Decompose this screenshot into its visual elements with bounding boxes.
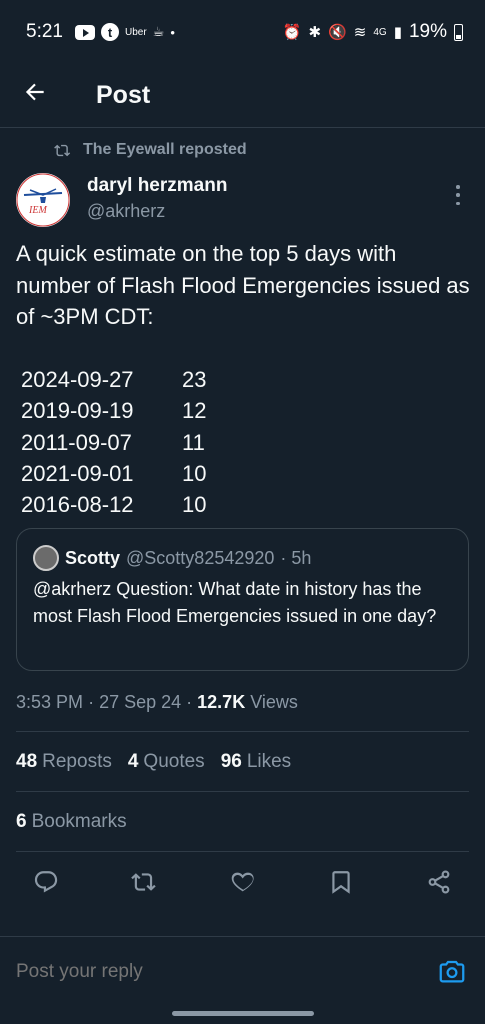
home-indicator[interactable] <box>172 1011 314 1016</box>
status-bar: 5:21 t Uber ☕ • ⏰ ✱ 🔇 ≋ 4G ▮ 19% <box>0 0 485 64</box>
flash-flood-list: 2024-09-27 23 2019-09-19 12 2011-09-07 1… <box>21 364 206 520</box>
reposts-count: 48 <box>16 751 38 772</box>
camera-button[interactable] <box>437 957 467 987</box>
views-label: Views <box>250 692 298 712</box>
alarm-icon: ⏰ <box>282 24 302 41</box>
repost-icon <box>54 144 71 156</box>
arrow-left-icon <box>25 83 44 101</box>
reply-bar <box>0 936 485 1008</box>
share-button[interactable] <box>423 866 455 898</box>
quote-time: · 5h <box>280 547 312 568</box>
quotes-count: 4 <box>127 751 139 772</box>
list-item: 2016-08-12 10 <box>21 489 206 520</box>
engagement-stats: 48 Reposts 4 Quotes 96 Likes <box>16 751 291 773</box>
repost-button[interactable] <box>128 866 160 898</box>
tumblr-icon: t <box>100 23 119 41</box>
header: Post <box>0 64 485 128</box>
quotes-stat[interactable]: 4 Quotes <box>128 751 205 773</box>
list-count: 12 <box>182 398 207 424</box>
reposts-stat[interactable]: 48 Reposts <box>16 751 112 773</box>
dot-icon <box>456 201 460 205</box>
divider <box>16 851 469 852</box>
views-count: 12.7K <box>197 692 246 712</box>
divider <box>16 731 469 732</box>
more-options-button[interactable] <box>451 185 465 205</box>
repost-indicator[interactable]: The Eyewall reposted <box>54 141 247 159</box>
bookmark-icon <box>332 871 350 894</box>
back-button[interactable] <box>0 79 60 112</box>
uber-icon: Uber <box>124 26 147 38</box>
reply-input[interactable] <box>16 961 416 983</box>
list-date: 2019-09-19 <box>21 398 134 424</box>
like-button[interactable] <box>227 866 259 898</box>
share-icon <box>428 870 450 894</box>
author-avatar[interactable]: IEM <box>16 173 70 227</box>
network-label: 4G <box>373 26 387 38</box>
post-time: 3:53 PM <box>16 692 84 712</box>
divider <box>16 791 469 792</box>
quote-text: @akrherz Question: What date in history … <box>33 579 437 626</box>
post-meta: 3:53 PM · 27 Sep 24 · 12.7K Views <box>16 692 298 712</box>
tweet-text: A quick estimate on the top 5 days with … <box>16 241 476 329</box>
bookmark-button[interactable] <box>325 866 357 898</box>
author-handle[interactable]: @akrherz <box>87 201 165 222</box>
mute-icon: 🔇 <box>328 24 347 41</box>
likes-stat[interactable]: 96 Likes <box>221 751 292 773</box>
battery-icon <box>454 23 463 41</box>
repost-icon <box>131 873 156 891</box>
avatar-text: IEM <box>28 205 47 216</box>
likes-label: Likes <box>246 751 292 772</box>
status-time: 5:21 <box>26 21 63 42</box>
youtube-icon <box>74 24 95 40</box>
bookmarks-count: 6 <box>16 811 27 832</box>
dot-icon <box>456 185 460 189</box>
list-count: 11 <box>182 429 205 455</box>
list-count: 23 <box>182 367 207 392</box>
comment-icon <box>34 871 58 893</box>
list-count: 10 <box>182 492 207 518</box>
quote-avatar <box>33 545 59 571</box>
list-date: 2024-09-27 <box>21 367 134 392</box>
bluetooth-icon: ✱ <box>308 24 322 41</box>
quoted-post[interactable]: Scotty @Scotty82542920 · 5h @akrherz Que… <box>16 528 469 671</box>
wifi-icon: ≋ <box>353 24 367 41</box>
list-date: 2011-09-07 <box>21 429 132 455</box>
likes-count: 96 <box>220 751 242 772</box>
repost-text: The Eyewall reposted <box>83 141 247 158</box>
reply-button[interactable] <box>30 866 62 898</box>
camera-icon <box>439 960 465 983</box>
dot-icon <box>456 193 460 197</box>
list-item: 2019-09-19 12 <box>21 395 206 426</box>
reposts-label: Reposts <box>42 751 112 772</box>
author-name[interactable]: daryl herzmann <box>87 175 227 197</box>
list-date: 2016-08-12 <box>21 492 134 518</box>
author-row: IEM daryl herzmann @akrherz <box>16 173 469 233</box>
iem-logo: IEM <box>16 173 70 227</box>
signal-icon: ▮ <box>393 24 402 41</box>
quotes-label: Quotes <box>143 751 205 772</box>
bowl-icon: ☕ <box>152 24 165 39</box>
post-date: 27 Sep 24 <box>99 692 182 712</box>
quote-author-name: Scotty <box>65 547 121 568</box>
bookmarks-label: Bookmarks <box>31 811 127 832</box>
list-item: 2011-09-07 11 <box>21 427 206 458</box>
list-date: 2021-09-01 <box>21 460 134 486</box>
battery-percent: 19% <box>408 21 447 42</box>
page-title: Post <box>96 81 151 109</box>
action-bar <box>30 866 455 898</box>
list-item: 2021-09-01 10 <box>21 458 206 489</box>
bookmarks-stat[interactable]: 6 Bookmarks <box>16 811 127 833</box>
list-item: 2024-09-27 23 <box>21 364 206 395</box>
heart-icon <box>231 872 254 892</box>
dot-icon: • <box>170 24 175 40</box>
quote-author-handle: @Scotty82542920 <box>126 547 275 568</box>
list-count: 10 <box>182 460 207 486</box>
